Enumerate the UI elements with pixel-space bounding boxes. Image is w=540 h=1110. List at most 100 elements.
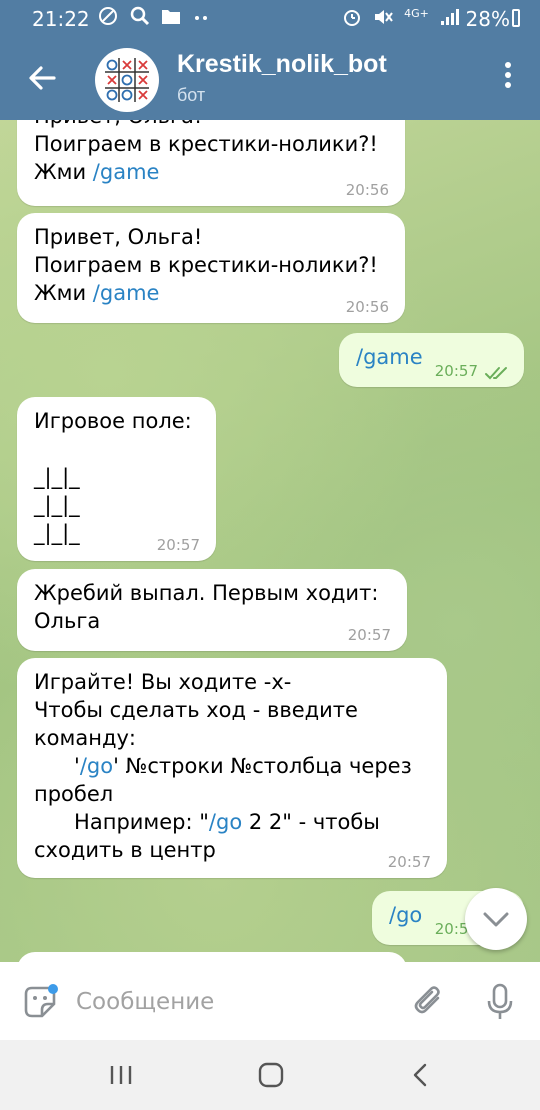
search-icon [130,6,149,26]
scroll-down-button[interactable] [465,888,527,950]
message-line: сходить в центр [34,836,431,864]
message-line: Жми /game [34,158,389,186]
bot-command-link[interactable]: /game [356,345,423,369]
message-text: Жребий выпал. Первым ходит: [34,581,379,605]
chat-header: Krestik_nolik_bot бот [0,36,540,120]
more-vert-icon [498,62,518,88]
battery-level: 28% [465,7,510,31]
paperclip-icon [414,986,440,1014]
message-line: Жми /game [34,279,389,307]
chat-history[interactable]: Привет, Ольга! Поиграем в крестики-нолики… [0,120,540,962]
message-text: Например: " [34,810,209,834]
bot-command-link[interactable]: /game [93,281,160,305]
message-time: 20:56 [345,298,389,316]
message-line: Привет, Ольга! [34,223,389,251]
message-text: Играйте! Вы ходите -х- [34,670,292,694]
network-type: 4G+ [404,7,429,20]
message-line: Поиграем в крестики-нолики?! [34,130,389,158]
chevron-left-icon [413,1063,427,1087]
double-check-icon [485,367,507,380]
alarm-icon [343,10,360,26]
emoji-button[interactable] [22,984,58,1020]
message-time: 20:56 [345,181,389,199]
message-bubble-outgoing[interactable]: /game 20:57 [339,333,524,387]
bot-command-link[interactable]: /go [389,903,422,927]
message-line: '/go' №строки №столбца через [34,752,431,780]
status-notification-icons [98,6,209,28]
voice-message-button[interactable] [484,982,516,1022]
message-time: 20:57 [347,626,391,644]
system-back-button[interactable] [404,1058,438,1092]
chat-subtitle: бот [177,85,206,105]
message-line: пробел [34,780,431,808]
message-line: Например: "/go 2 2" - чтобы [34,808,431,836]
message-text: 2 2" - чтобы [242,810,380,834]
recent-apps-icon [110,1066,132,1084]
message-text: _|_|_ [34,465,80,489]
home-button[interactable] [254,1058,288,1092]
message-text: Привет, Ольга! [34,225,203,249]
battery-icon [512,9,520,27]
message-text: Привет, Ольга! [34,120,202,128]
message-bubble-incoming[interactable]: Привет, Ольга! Поиграем в крестики-нолики… [17,120,405,206]
message-line: Ольга [34,607,391,635]
message-line: Поиграем в крестики-нолики?! [34,251,389,279]
message-line: Игровое поле: [34,407,200,435]
message-bubble-partial[interactable] [17,952,407,962]
status-bar: 21:22 4G+ 28% [0,0,540,36]
message-text: Игровое поле: [34,409,192,433]
message-input[interactable] [76,984,376,1020]
more-menu-button[interactable] [498,62,518,94]
message-line: Чтобы сделать ход - введите [34,696,431,724]
message-text: ' №строки №столбца через [113,754,412,778]
message-line: Привет, Ольга! [34,120,389,130]
message-text: пробел [34,782,114,806]
mute-icon [375,10,393,24]
message-text: _|_|_ [34,521,80,545]
tic-tac-toe-avatar-icon [105,58,149,102]
system-nav-bar [0,1040,540,1110]
message-bubble-incoming[interactable]: Жребий выпал. Первым ходит: Ольга 20:57 [17,569,407,651]
message-text: команду: [34,726,136,750]
avatar[interactable] [95,48,159,112]
message-bubble-incoming[interactable]: Игровое поле: _|_|_ _|_|_ _|_|_ 20:57 [17,397,216,561]
message-text: Чтобы сделать ход - введите [34,698,358,722]
message-line: Жребий выпал. Первым ходит: [34,579,391,607]
bot-command-link[interactable]: /go [80,754,113,778]
message-line: Играйте! Вы ходите -х- [34,668,431,696]
chevron-down-icon [483,912,509,927]
attach-button[interactable] [412,984,448,1020]
recent-apps-button[interactable] [104,1058,138,1092]
sticker-emoji-icon [24,984,58,1018]
message-time: 20:57 [156,536,200,554]
message-line: _|_|_ [34,491,200,519]
message-line: команду: [34,724,431,752]
message-text: Ольга [34,609,101,633]
message-text: Поиграем в крестики-нолики?! [34,132,378,156]
message-line: _|_|_ [34,463,200,491]
microphone-icon [487,983,513,1019]
message-text: Жми [34,281,93,305]
message-bubble-incoming[interactable]: Играйте! Вы ходите -х- Чтобы сделать ход … [17,658,447,878]
message-time: 20:57 [434,362,478,380]
message-bubble-incoming[interactable]: Привет, Ольга! Поиграем в крестики-нолики… [17,213,405,323]
message-text: Поиграем в крестики-нолики?! [34,253,378,277]
message-text [34,437,41,461]
back-button[interactable] [22,58,62,98]
message-text: _|_|_ [34,493,80,517]
status-time: 21:22 [32,7,90,31]
message-text: сходить в центр [34,838,216,862]
message-line [34,435,200,463]
notification-icon [99,7,117,25]
message-time: 20:57 [387,853,431,871]
bot-command-link[interactable]: /go [209,810,242,834]
home-icon [258,1062,284,1088]
arrow-left-icon [29,66,56,90]
message-text: ' [34,754,80,778]
message-text: Жми [34,160,93,184]
bot-command-link[interactable]: /game [93,160,160,184]
message-composer [0,962,540,1040]
more-dots-icon [195,16,208,20]
chat-title[interactable]: Krestik_nolik_bot [177,50,387,79]
folder-icon [162,10,181,24]
